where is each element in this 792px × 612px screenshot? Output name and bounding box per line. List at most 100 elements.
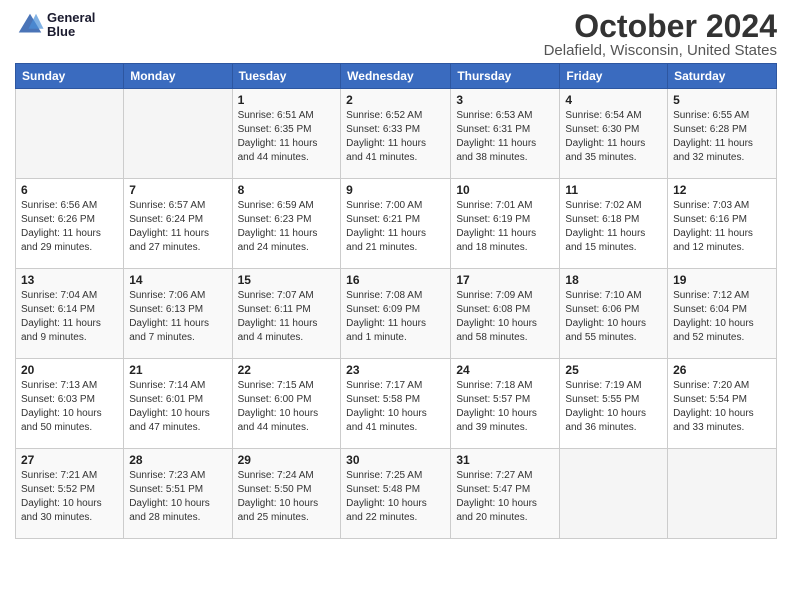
day-info: Sunrise: 6:55 AM Sunset: 6:28 PM Dayligh…: [673, 109, 771, 165]
day-cell: 4 Sunrise: 6:54 AM Sunset: 6:30 PM Daylig…: [560, 89, 668, 179]
logo-icon: [15, 10, 45, 40]
weekday-header-thursday: Thursday: [451, 64, 560, 89]
week-row-5: 27 Sunrise: 7:21 AM Sunset: 5:52 PM Dayli…: [16, 449, 777, 539]
day-info: Sunrise: 6:54 AM Sunset: 6:30 PM Dayligh…: [565, 109, 662, 165]
weekday-header-sunday: Sunday: [16, 64, 124, 89]
day-number: 18: [565, 273, 662, 287]
day-info: Sunrise: 7:09 AM Sunset: 6:08 PM Dayligh…: [456, 289, 554, 345]
week-row-1: 1Sunrise: 6:51 AM Sunset: 6:35 PM Daylig…: [16, 89, 777, 179]
week-row-2: 6 Sunrise: 6:56 AM Sunset: 6:26 PM Daylig…: [16, 179, 777, 269]
day-info: Sunrise: 7:17 AM Sunset: 5:58 PM Dayligh…: [346, 379, 445, 435]
day-number: 20: [21, 363, 118, 377]
day-number: 5: [673, 93, 771, 107]
day-info: Sunrise: 7:23 AM Sunset: 5:51 PM Dayligh…: [129, 469, 226, 525]
day-cell: 30 Sunrise: 7:25 AM Sunset: 5:48 PM Dayli…: [341, 449, 451, 539]
day-info: Sunrise: 6:52 AM Sunset: 6:33 PM Dayligh…: [346, 109, 445, 165]
day-cell: 21 Sunrise: 7:14 AM Sunset: 6:01 PM Dayli…: [124, 359, 232, 449]
day-number: 15: [238, 273, 336, 287]
day-number: 4: [565, 93, 662, 107]
day-info: Sunrise: 7:02 AM Sunset: 6:18 PM Dayligh…: [565, 199, 662, 255]
day-cell: 3Sunrise: 6:53 AM Sunset: 6:31 PM Daylig…: [451, 89, 560, 179]
day-cell: 7 Sunrise: 6:57 AM Sunset: 6:24 PM Daylig…: [124, 179, 232, 269]
day-cell: 31 Sunrise: 7:27 AM Sunset: 5:47 PM Dayli…: [451, 449, 560, 539]
week-row-3: 13 Sunrise: 7:04 AM Sunset: 6:14 PM Dayli…: [16, 269, 777, 359]
logo-text: General Blue: [47, 11, 95, 40]
day-number: 10: [456, 183, 554, 197]
day-number: 19: [673, 273, 771, 287]
day-number: 25: [565, 363, 662, 377]
location-title: Delafield, Wisconsin, United States: [544, 42, 777, 59]
day-info: Sunrise: 7:08 AM Sunset: 6:09 PM Dayligh…: [346, 289, 445, 345]
weekday-header-saturday: Saturday: [668, 64, 777, 89]
day-number: 22: [238, 363, 336, 377]
day-cell: 10 Sunrise: 7:01 AM Sunset: 6:19 PM Dayli…: [451, 179, 560, 269]
day-cell: 11 Sunrise: 7:02 AM Sunset: 6:18 PM Dayli…: [560, 179, 668, 269]
day-info: Sunrise: 7:04 AM Sunset: 6:14 PM Dayligh…: [21, 289, 118, 345]
day-number: 31: [456, 453, 554, 467]
day-cell: 6 Sunrise: 6:56 AM Sunset: 6:26 PM Daylig…: [16, 179, 124, 269]
calendar-table: SundayMondayTuesdayWednesdayThursdayFrid…: [15, 63, 777, 539]
day-number: 14: [129, 273, 226, 287]
weekday-header-friday: Friday: [560, 64, 668, 89]
day-info: Sunrise: 7:25 AM Sunset: 5:48 PM Dayligh…: [346, 469, 445, 525]
day-cell: [16, 89, 124, 179]
day-cell: 5 Sunrise: 6:55 AM Sunset: 6:28 PM Daylig…: [668, 89, 777, 179]
day-number: 11: [565, 183, 662, 197]
day-number: 1: [238, 93, 336, 107]
day-cell: 9 Sunrise: 7:00 AM Sunset: 6:21 PM Daylig…: [341, 179, 451, 269]
day-number: 21: [129, 363, 226, 377]
day-cell: 24Sunrise: 7:18 AM Sunset: 5:57 PM Dayli…: [451, 359, 560, 449]
day-info: Sunrise: 7:14 AM Sunset: 6:01 PM Dayligh…: [129, 379, 226, 435]
day-cell: 20Sunrise: 7:13 AM Sunset: 6:03 PM Dayli…: [16, 359, 124, 449]
day-number: 23: [346, 363, 445, 377]
weekday-header-wednesday: Wednesday: [341, 64, 451, 89]
day-number: 29: [238, 453, 336, 467]
day-cell: 25 Sunrise: 7:19 AM Sunset: 5:55 PM Dayli…: [560, 359, 668, 449]
day-info: Sunrise: 7:27 AM Sunset: 5:47 PM Dayligh…: [456, 469, 554, 525]
weekday-header-row: SundayMondayTuesdayWednesdayThursdayFrid…: [16, 64, 777, 89]
day-number: 16: [346, 273, 445, 287]
day-number: 30: [346, 453, 445, 467]
day-cell: 1Sunrise: 6:51 AM Sunset: 6:35 PM Daylig…: [232, 89, 341, 179]
day-number: 7: [129, 183, 226, 197]
month-title: October 2024: [544, 10, 777, 42]
day-info: Sunrise: 6:56 AM Sunset: 6:26 PM Dayligh…: [21, 199, 118, 255]
day-cell: 27 Sunrise: 7:21 AM Sunset: 5:52 PM Dayli…: [16, 449, 124, 539]
day-info: Sunrise: 7:20 AM Sunset: 5:54 PM Dayligh…: [673, 379, 771, 435]
day-cell: 29 Sunrise: 7:24 AM Sunset: 5:50 PM Dayli…: [232, 449, 341, 539]
day-info: Sunrise: 7:12 AM Sunset: 6:04 PM Dayligh…: [673, 289, 771, 345]
day-number: 2: [346, 93, 445, 107]
day-number: 17: [456, 273, 554, 287]
day-number: 6: [21, 183, 118, 197]
day-number: 27: [21, 453, 118, 467]
title-section: October 2024 Delafield, Wisconsin, Unite…: [544, 10, 777, 59]
day-cell: 28Sunrise: 7:23 AM Sunset: 5:51 PM Dayli…: [124, 449, 232, 539]
day-number: 3: [456, 93, 554, 107]
day-info: Sunrise: 7:21 AM Sunset: 5:52 PM Dayligh…: [21, 469, 118, 525]
day-number: 26: [673, 363, 771, 377]
header: General Blue October 2024 Delafield, Wis…: [15, 10, 777, 59]
day-info: Sunrise: 6:57 AM Sunset: 6:24 PM Dayligh…: [129, 199, 226, 255]
logo-line1: General: [47, 11, 95, 25]
day-number: 13: [21, 273, 118, 287]
logo-line2: Blue: [47, 25, 95, 39]
day-info: Sunrise: 7:18 AM Sunset: 5:57 PM Dayligh…: [456, 379, 554, 435]
day-info: Sunrise: 7:06 AM Sunset: 6:13 PM Dayligh…: [129, 289, 226, 345]
weekday-header-tuesday: Tuesday: [232, 64, 341, 89]
day-info: Sunrise: 7:24 AM Sunset: 5:50 PM Dayligh…: [238, 469, 336, 525]
day-cell: [560, 449, 668, 539]
day-cell: 2 Sunrise: 6:52 AM Sunset: 6:33 PM Daylig…: [341, 89, 451, 179]
day-info: Sunrise: 6:59 AM Sunset: 6:23 PM Dayligh…: [238, 199, 336, 255]
day-number: 12: [673, 183, 771, 197]
day-number: 8: [238, 183, 336, 197]
day-info: Sunrise: 7:15 AM Sunset: 6:00 PM Dayligh…: [238, 379, 336, 435]
day-cell: [124, 89, 232, 179]
day-info: Sunrise: 7:00 AM Sunset: 6:21 PM Dayligh…: [346, 199, 445, 255]
day-cell: 15Sunrise: 7:07 AM Sunset: 6:11 PM Dayli…: [232, 269, 341, 359]
day-number: 9: [346, 183, 445, 197]
logo: General Blue: [15, 10, 95, 40]
day-info: Sunrise: 7:01 AM Sunset: 6:19 PM Dayligh…: [456, 199, 554, 255]
day-cell: [668, 449, 777, 539]
main-container: General Blue October 2024 Delafield, Wis…: [0, 0, 792, 544]
day-info: Sunrise: 7:19 AM Sunset: 5:55 PM Dayligh…: [565, 379, 662, 435]
